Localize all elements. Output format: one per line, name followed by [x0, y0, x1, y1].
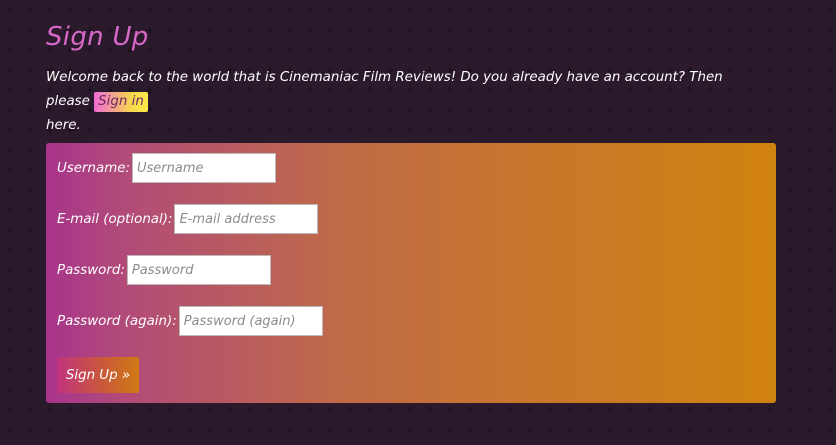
password-row: Password:: [57, 255, 271, 285]
username-row: Username:: [57, 153, 277, 183]
signup-button[interactable]: Sign Up »: [57, 357, 139, 393]
signup-form: Username: E-mail (optional): Password: P…: [46, 143, 776, 403]
email-label: E-mail (optional):: [57, 211, 173, 227]
username-input[interactable]: [132, 153, 277, 183]
password-label: Password:: [57, 262, 125, 278]
email-input[interactable]: [174, 204, 319, 234]
intro-suffix: here.: [46, 118, 81, 133]
email-row: E-mail (optional):: [57, 204, 319, 234]
password-again-input[interactable]: [178, 306, 323, 336]
password-again-row: Password (again):: [57, 306, 323, 336]
page-title: Sign Up: [46, 22, 149, 52]
password-input[interactable]: [126, 255, 271, 285]
username-label: Username:: [57, 160, 131, 176]
intro-text: Welcome back to the world that is Cinema…: [46, 66, 766, 138]
signin-link[interactable]: Sign in: [94, 92, 148, 112]
password-again-label: Password (again):: [57, 313, 177, 329]
